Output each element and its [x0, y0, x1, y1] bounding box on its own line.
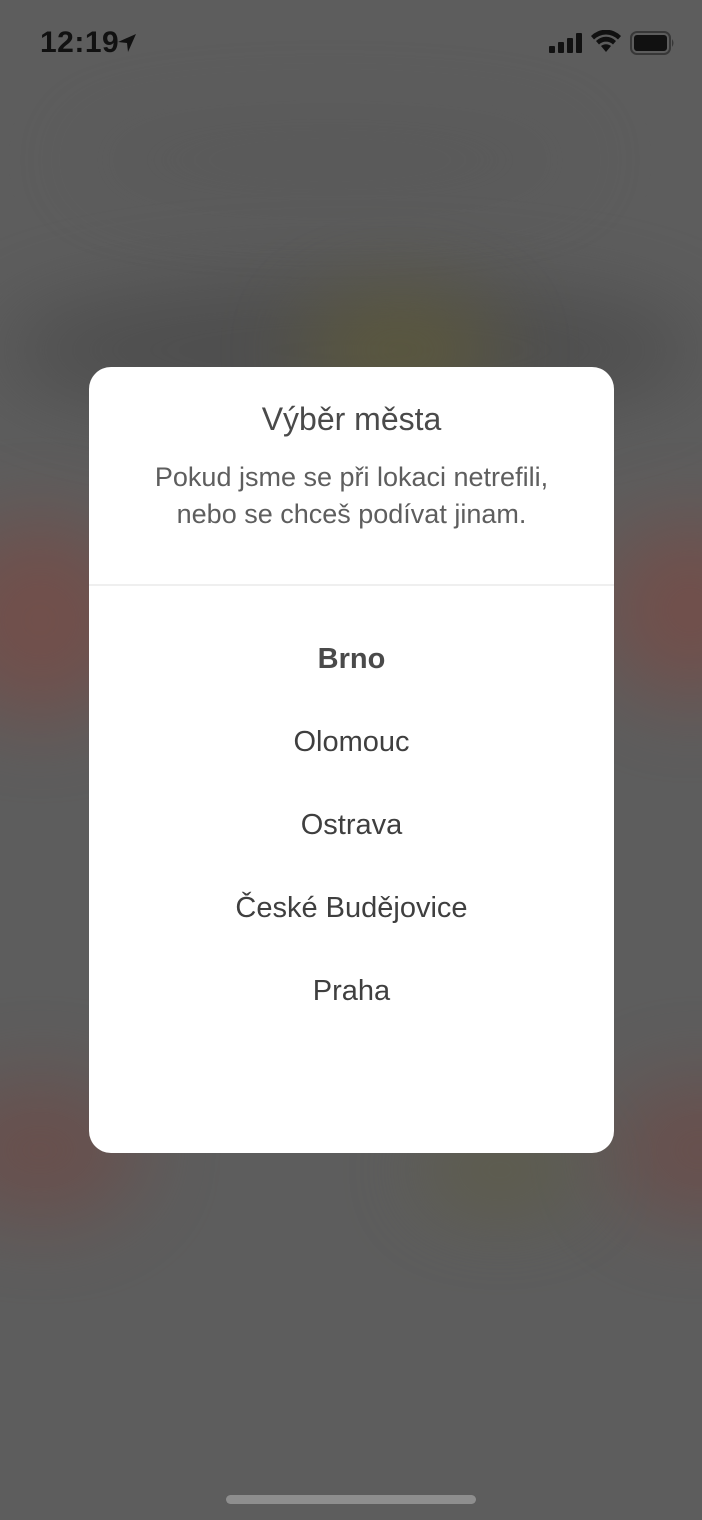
dialog-subtitle: Pokud jsme se při lokaci netrefili, nebo… — [89, 459, 614, 533]
cellular-signal-icon — [549, 33, 582, 53]
city-option-praha[interactable]: Praha — [89, 950, 614, 1033]
home-indicator[interactable] — [226, 1495, 476, 1504]
location-arrow-icon — [118, 34, 136, 52]
city-list: Brno Olomouc Ostrava České Budějovice Pr… — [89, 586, 614, 1033]
city-picker-dialog: Výběr města Pokud jsme se při lokaci net… — [89, 367, 614, 1153]
background-blur — [600, 520, 702, 700]
background-blur — [80, 120, 580, 200]
city-option-ceske-budejovice[interactable]: České Budějovice — [89, 867, 614, 950]
city-option-brno[interactable]: Brno — [89, 618, 614, 701]
dialog-title: Výběr města — [261, 401, 442, 437]
city-option-ostrava[interactable]: Ostrava — [89, 784, 614, 867]
wifi-icon — [591, 30, 621, 52]
status-time: 12:19 — [40, 26, 120, 59]
battery-icon — [630, 31, 674, 55]
background-blur — [610, 1080, 702, 1220]
status-bar: 12:19 — [0, 0, 702, 88]
screen: 12:19 Výběr města Pokud jsme se při loka… — [0, 0, 702, 1520]
dialog-header: Výběr města Pokud jsme se při lokaci net… — [89, 367, 614, 586]
dialog-subtitle-line: Pokud jsme se při lokaci netrefili, — [154, 462, 549, 492]
city-option-olomouc[interactable]: Olomouc — [89, 701, 614, 784]
dialog-subtitle-line: nebo se chceš podívat jinam. — [176, 499, 527, 529]
